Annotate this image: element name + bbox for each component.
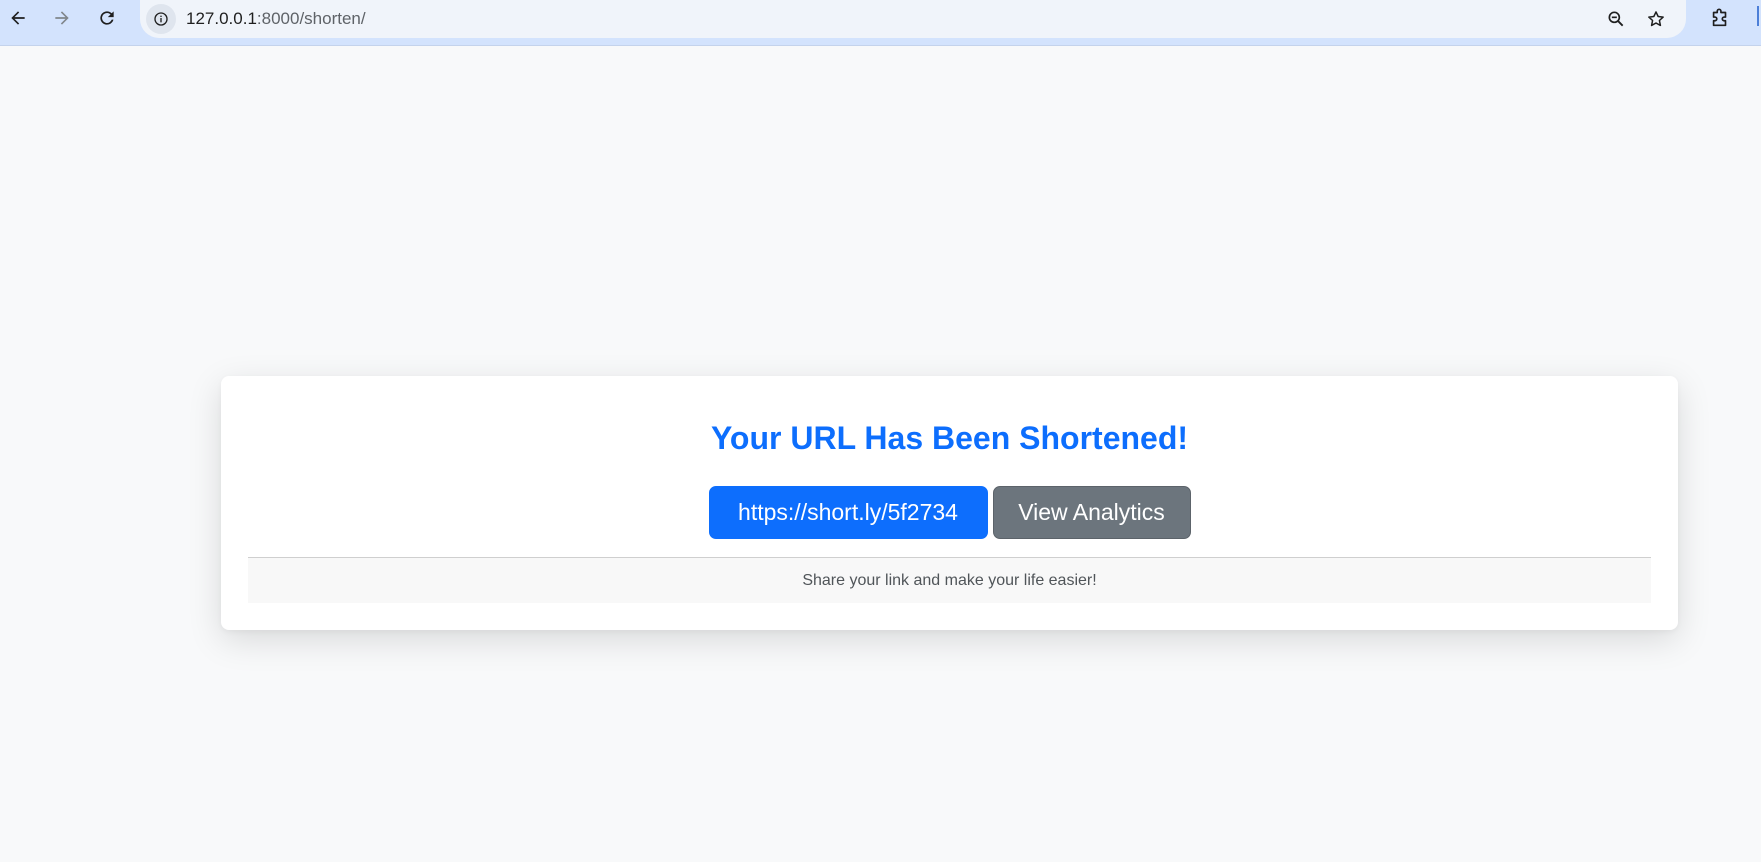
info-icon bbox=[154, 12, 168, 26]
footer-text: Share your link and make your life easie… bbox=[802, 571, 1097, 589]
reload-button[interactable] bbox=[92, 3, 122, 33]
url-path: :8000/shorten/ bbox=[256, 9, 366, 28]
view-analytics-button[interactable]: View Analytics bbox=[992, 486, 1191, 539]
short-url-button[interactable]: https://short.ly/5f2734 bbox=[708, 486, 988, 539]
reload-icon bbox=[100, 11, 114, 25]
star-icon bbox=[1648, 11, 1664, 27]
site-info-button[interactable] bbox=[146, 4, 176, 34]
address-bar[interactable]: 127.0.0.1:8000/shorten/ bbox=[140, 0, 1686, 38]
card-footer: Share your link and make your life easie… bbox=[248, 557, 1651, 603]
puzzle-icon bbox=[1712, 8, 1727, 27]
result-card: Your URL Has Been Shortened! https://sho… bbox=[221, 376, 1678, 630]
toolbar-edge-indicator bbox=[1757, 6, 1759, 26]
forward-button[interactable] bbox=[47, 3, 77, 33]
page-title: Your URL Has Been Shortened! bbox=[710, 420, 1189, 456]
arrow-left-icon bbox=[11, 11, 25, 25]
back-button[interactable] bbox=[3, 3, 33, 33]
url-text[interactable]: 127.0.0.1:8000/shorten/ bbox=[186, 9, 366, 29]
extensions-button[interactable] bbox=[1706, 4, 1734, 32]
bookmark-button[interactable] bbox=[1643, 6, 1669, 32]
url-host: 127.0.0.1 bbox=[186, 9, 257, 28]
zoom-out-icon bbox=[1608, 11, 1624, 27]
browser-toolbar: 127.0.0.1:8000/shorten/ bbox=[0, 0, 1761, 46]
zoom-button[interactable] bbox=[1603, 6, 1629, 32]
arrow-right-icon bbox=[55, 11, 69, 25]
button-row: https://short.ly/5f2734 View Analytics bbox=[221, 486, 1678, 539]
